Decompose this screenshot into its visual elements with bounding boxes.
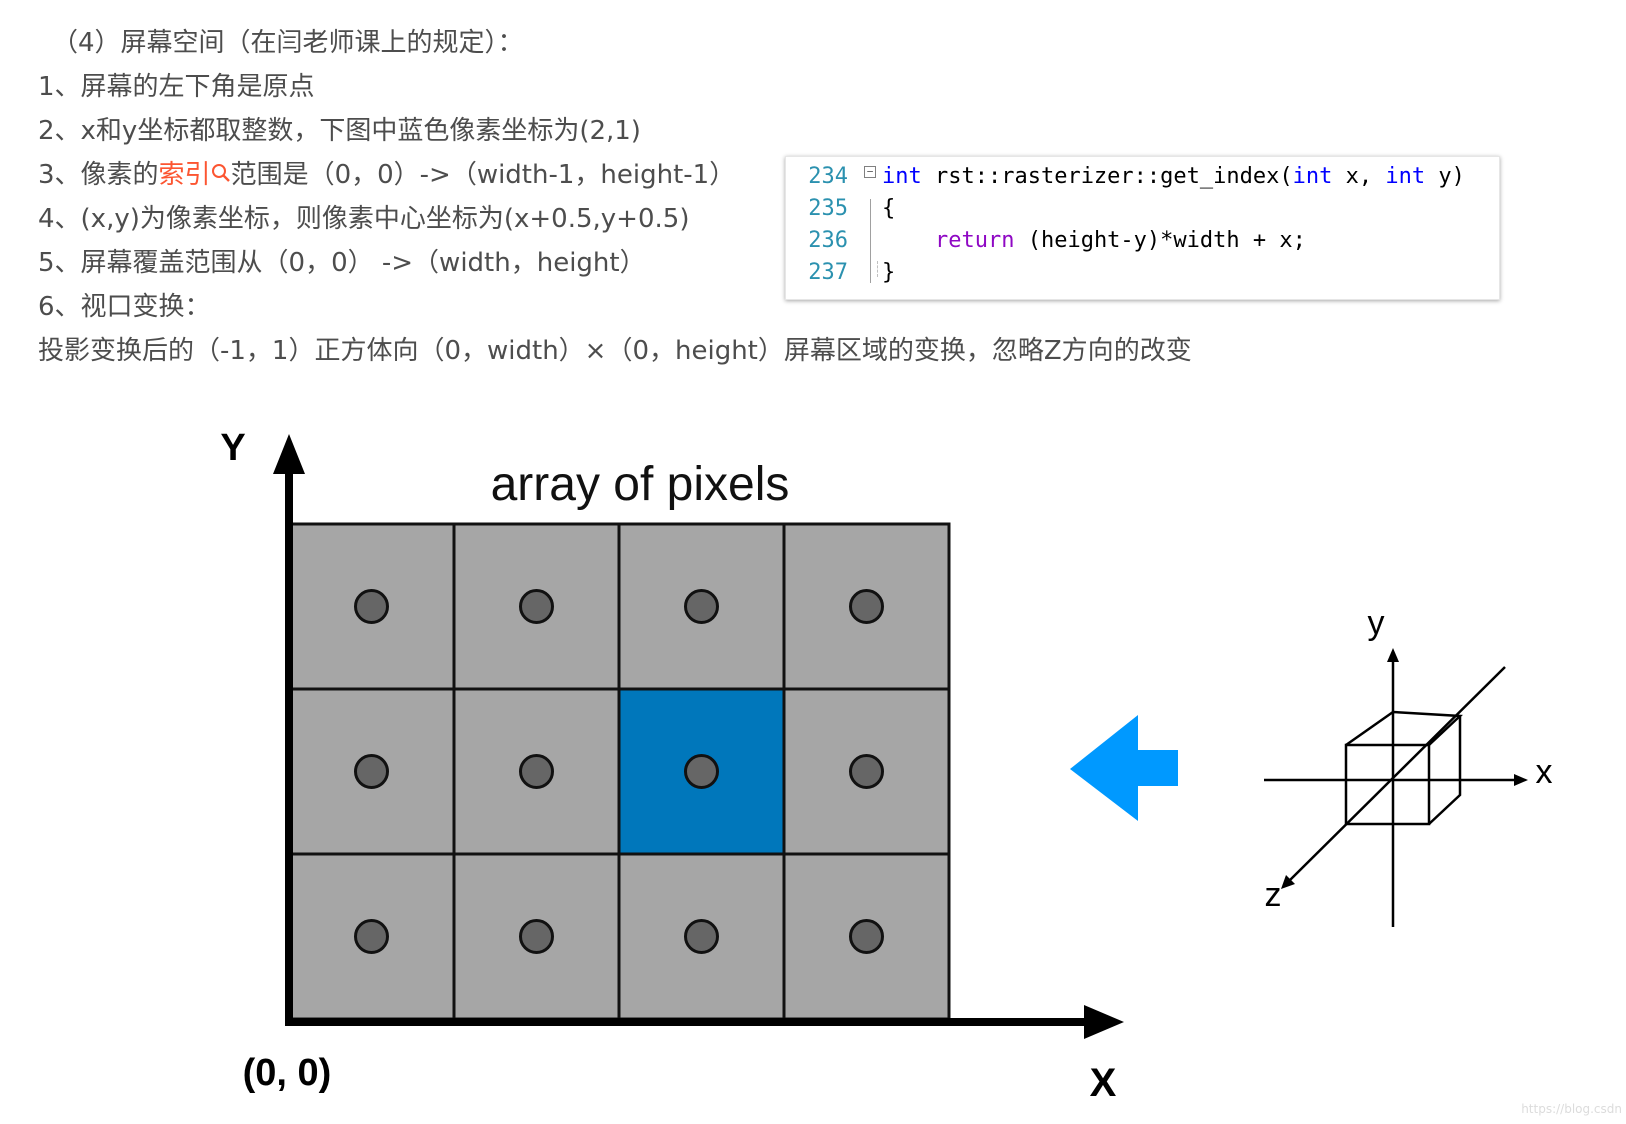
y-axis-label: Y [220, 427, 245, 469]
pixel-center-dot [849, 919, 884, 954]
pixel-center-dot [354, 754, 389, 789]
figure-title: array of pixels [491, 458, 790, 511]
y-axis-arrowhead [273, 434, 305, 474]
left-arrow-icon [1070, 715, 1178, 821]
pixel-center-dot [849, 754, 884, 789]
pixel-center-dot [519, 919, 554, 954]
x-axis-label: X [1090, 1061, 1117, 1105]
pixel-array-figure: array of pixels Y X (0, 0) y x z [220, 427, 1553, 1105]
pixel-center-dot [684, 754, 719, 789]
pixel-grid [287, 522, 951, 1021]
pixel-center-dot [354, 919, 389, 954]
pixel-center-dot [849, 589, 884, 624]
x-axis-arrowhead [1084, 1005, 1124, 1039]
cube-z-label: z [1265, 876, 1282, 914]
cube-y-label: y [1368, 604, 1385, 642]
cube-x-arrowhead [1514, 774, 1528, 786]
pixel-center-dot [684, 919, 719, 954]
pixel-center-dot [519, 754, 554, 789]
origin-label: (0, 0) [243, 1052, 332, 1094]
cube-y-arrowhead [1387, 648, 1399, 662]
pixel-center-dot [684, 589, 719, 624]
cube-x-label: x [1536, 753, 1553, 791]
pixel-center-dot [354, 589, 389, 624]
cube-diagram [1264, 648, 1528, 927]
watermark: https://blog.csdn [1521, 1102, 1622, 1116]
pixel-center-dot [519, 589, 554, 624]
cube-z-axis [1287, 666, 1506, 883]
